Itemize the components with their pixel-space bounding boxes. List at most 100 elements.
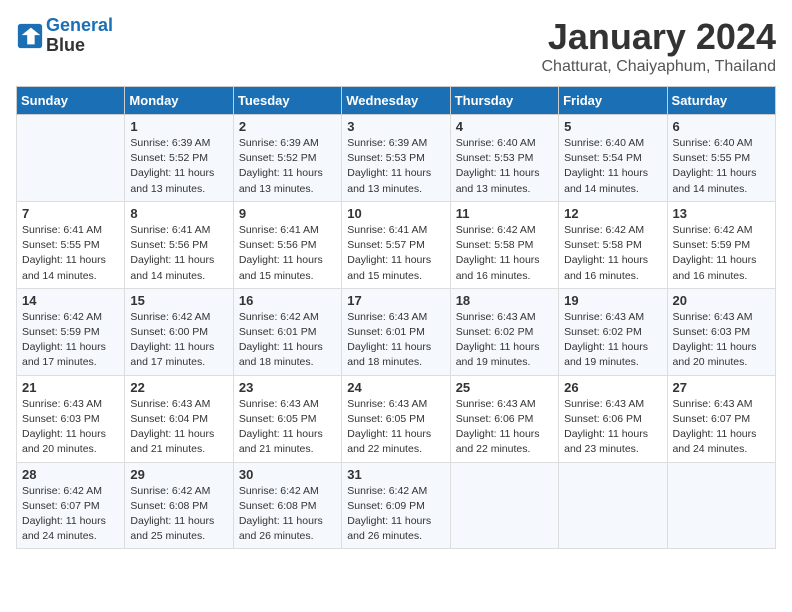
calendar-cell: 17Sunrise: 6:43 AMSunset: 6:01 PMDayligh… [342,288,450,375]
calendar-cell: 7 Sunrise: 6:41 AMSunset: 5:55 PMDaylight… [17,201,125,288]
logo-blue: Blue [46,36,113,56]
day-number: 8 [130,206,227,221]
cell-details: Sunrise: 6:43 AMSunset: 6:03 PMDaylight:… [673,310,770,371]
calendar-cell: 29 Sunrise: 6:42 AMSunset: 6:08 PMDayligh… [125,462,233,549]
day-number: 7 [22,206,119,221]
day-number: 15 [130,293,227,308]
calendar-table: SundayMondayTuesdayWednesdayThursdayFrid… [16,86,776,549]
calendar-cell: 22 Sunrise: 6:43 AMSunset: 6:04 PMDayligh… [125,375,233,462]
calendar-cell: 21 Sunrise: 6:43 AMSunset: 6:03 PMDayligh… [17,375,125,462]
calendar-cell: 4 Sunrise: 6:40 AMSunset: 5:53 PMDaylight… [450,115,558,202]
calendar-cell: 14Sunrise: 6:42 AMSunset: 5:59 PMDayligh… [17,288,125,375]
cell-details: Sunrise: 6:40 AMSunset: 5:53 PMDaylight:… [456,136,553,197]
location-title: Chatturat, Chaiyaphum, Thailand [541,58,776,76]
cell-details: Sunrise: 6:42 AMSunset: 6:07 PMDaylight:… [22,484,119,545]
cell-details: Sunrise: 6:43 AMSunset: 6:06 PMDaylight:… [564,397,661,458]
calendar-cell [667,462,775,549]
calendar-cell: 1 Sunrise: 6:39 AMSunset: 5:52 PMDaylight… [125,115,233,202]
calendar-week-5: 28 Sunrise: 6:42 AMSunset: 6:07 PMDayligh… [17,462,776,549]
day-number: 20 [673,293,770,308]
day-number: 19 [564,293,661,308]
cell-details: Sunrise: 6:42 AMSunset: 5:59 PMDaylight:… [673,223,770,284]
col-header-sunday: Sunday [17,87,125,115]
cell-details: Sunrise: 6:43 AMSunset: 6:03 PMDaylight:… [22,397,119,458]
logo-icon [16,22,44,50]
day-number: 12 [564,206,661,221]
cell-details: Sunrise: 6:39 AMSunset: 5:52 PMDaylight:… [239,136,336,197]
calendar-cell: 24 Sunrise: 6:43 AMSunset: 6:05 PMDayligh… [342,375,450,462]
day-number: 4 [456,119,553,134]
month-title: January 2024 [541,16,776,58]
calendar-body: 1 Sunrise: 6:39 AMSunset: 5:52 PMDaylight… [17,115,776,549]
cell-details: Sunrise: 6:40 AMSunset: 5:54 PMDaylight:… [564,136,661,197]
day-number: 11 [456,206,553,221]
calendar-week-2: 7 Sunrise: 6:41 AMSunset: 5:55 PMDaylight… [17,201,776,288]
calendar-cell: 11Sunrise: 6:42 AMSunset: 5:58 PMDayligh… [450,201,558,288]
calendar-cell [559,462,667,549]
day-number: 10 [347,206,444,221]
calendar-cell: 23 Sunrise: 6:43 AMSunset: 6:05 PMDayligh… [233,375,341,462]
title-block: January 2024 Chatturat, Chaiyaphum, Thai… [541,16,776,76]
calendar-cell [450,462,558,549]
day-number: 21 [22,380,119,395]
cell-details: Sunrise: 6:43 AMSunset: 6:05 PMDaylight:… [239,397,336,458]
day-number: 28 [22,467,119,482]
day-number: 30 [239,467,336,482]
calendar-cell: 18 Sunrise: 6:43 AMSunset: 6:02 PMDayligh… [450,288,558,375]
calendar-week-4: 21 Sunrise: 6:43 AMSunset: 6:03 PMDayligh… [17,375,776,462]
cell-details: Sunrise: 6:39 AMSunset: 5:52 PMDaylight:… [130,136,227,197]
day-number: 1 [130,119,227,134]
cell-details: Sunrise: 6:42 AMSunset: 6:00 PMDaylight:… [130,310,227,371]
col-header-monday: Monday [125,87,233,115]
day-number: 23 [239,380,336,395]
calendar-cell: 6Sunrise: 6:40 AMSunset: 5:55 PMDaylight… [667,115,775,202]
cell-details: Sunrise: 6:40 AMSunset: 5:55 PMDaylight:… [673,136,770,197]
calendar-cell: 16Sunrise: 6:42 AMSunset: 6:01 PMDayligh… [233,288,341,375]
cell-details: Sunrise: 6:42 AMSunset: 6:08 PMDaylight:… [130,484,227,545]
day-number: 24 [347,380,444,395]
cell-details: Sunrise: 6:41 AMSunset: 5:55 PMDaylight:… [22,223,119,284]
day-number: 31 [347,467,444,482]
cell-details: Sunrise: 6:41 AMSunset: 5:56 PMDaylight:… [239,223,336,284]
day-number: 22 [130,380,227,395]
day-number: 3 [347,119,444,134]
col-header-wednesday: Wednesday [342,87,450,115]
calendar-cell: 13 Sunrise: 6:42 AMSunset: 5:59 PMDayligh… [667,201,775,288]
calendar-cell: 25Sunrise: 6:43 AMSunset: 6:06 PMDayligh… [450,375,558,462]
calendar-cell: 12 Sunrise: 6:42 AMSunset: 5:58 PMDayligh… [559,201,667,288]
calendar-cell: 5Sunrise: 6:40 AMSunset: 5:54 PMDaylight… [559,115,667,202]
calendar-cell: 9Sunrise: 6:41 AMSunset: 5:56 PMDaylight… [233,201,341,288]
cell-details: Sunrise: 6:43 AMSunset: 6:04 PMDaylight:… [130,397,227,458]
col-header-thursday: Thursday [450,87,558,115]
cell-details: Sunrise: 6:43 AMSunset: 6:02 PMDaylight:… [456,310,553,371]
day-number: 29 [130,467,227,482]
col-header-friday: Friday [559,87,667,115]
calendar-cell: 31 Sunrise: 6:42 AMSunset: 6:09 PMDayligh… [342,462,450,549]
calendar-cell: 28 Sunrise: 6:42 AMSunset: 6:07 PMDayligh… [17,462,125,549]
logo: General Blue [16,16,113,56]
cell-details: Sunrise: 6:42 AMSunset: 5:58 PMDaylight:… [564,223,661,284]
calendar-cell: 15 Sunrise: 6:42 AMSunset: 6:00 PMDayligh… [125,288,233,375]
cell-details: Sunrise: 6:42 AMSunset: 6:09 PMDaylight:… [347,484,444,545]
calendar-cell: 2 Sunrise: 6:39 AMSunset: 5:52 PMDaylight… [233,115,341,202]
day-number: 27 [673,380,770,395]
calendar-cell: 3 Sunrise: 6:39 AMSunset: 5:53 PMDaylight… [342,115,450,202]
calendar-cell [17,115,125,202]
calendar-cell: 26Sunrise: 6:43 AMSunset: 6:06 PMDayligh… [559,375,667,462]
calendar-cell: 8Sunrise: 6:41 AMSunset: 5:56 PMDaylight… [125,201,233,288]
day-number: 13 [673,206,770,221]
calendar-cell: 10Sunrise: 6:41 AMSunset: 5:57 PMDayligh… [342,201,450,288]
day-number: 17 [347,293,444,308]
day-number: 14 [22,293,119,308]
day-number: 25 [456,380,553,395]
cell-details: Sunrise: 6:43 AMSunset: 6:02 PMDaylight:… [564,310,661,371]
cell-details: Sunrise: 6:39 AMSunset: 5:53 PMDaylight:… [347,136,444,197]
cell-details: Sunrise: 6:43 AMSunset: 6:05 PMDaylight:… [347,397,444,458]
day-number: 18 [456,293,553,308]
calendar-cell: 19 Sunrise: 6:43 AMSunset: 6:02 PMDayligh… [559,288,667,375]
col-header-saturday: Saturday [667,87,775,115]
calendar-cell: 27Sunrise: 6:43 AMSunset: 6:07 PMDayligh… [667,375,775,462]
day-number: 2 [239,119,336,134]
logo-general: General [46,15,113,35]
calendar-week-3: 14Sunrise: 6:42 AMSunset: 5:59 PMDayligh… [17,288,776,375]
